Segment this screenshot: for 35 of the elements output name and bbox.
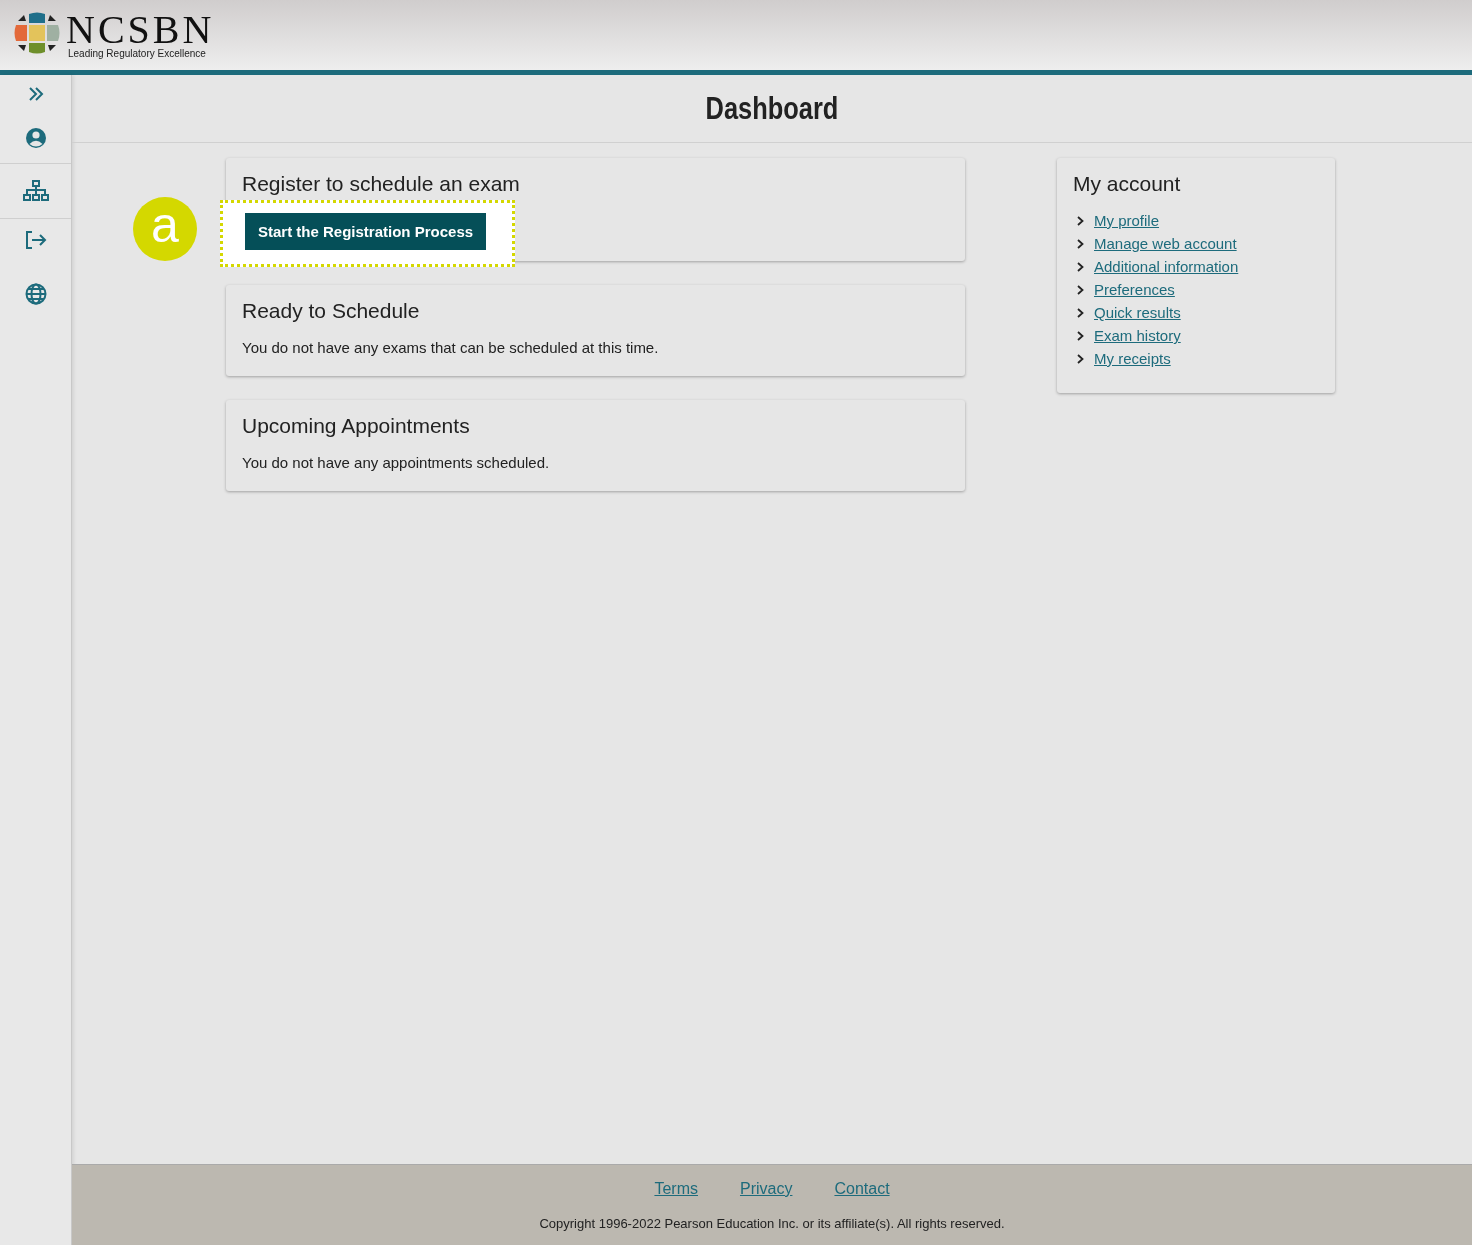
footer-link[interactable]: Privacy	[740, 1179, 793, 1198]
account-link[interactable]: Quick results	[1094, 304, 1181, 321]
account-link[interactable]: Exam history	[1094, 327, 1181, 344]
start-registration-button[interactable]: Start the Registration Process	[245, 213, 487, 250]
page-title: Dashboard	[705, 90, 839, 127]
chevron-icon	[1077, 261, 1084, 272]
chevron-icon	[1077, 330, 1084, 341]
card-title: Register to schedule an exam	[242, 172, 521, 196]
card-title: Upcoming Appointments	[242, 414, 471, 438]
card-text: You do not have any appointments scheduled.	[242, 454, 551, 471]
account-link[interactable]: Preferences	[1094, 281, 1175, 298]
chevron-icon	[1077, 238, 1084, 249]
account-link[interactable]: Additional information	[1094, 258, 1239, 275]
chevron-icon	[1077, 215, 1084, 226]
copyright-text: Copyright 1996-2022 Pearson Education Inc. or its affiliate(s). All rights reserved.	[539, 1215, 1005, 1231]
footer-link[interactable]: Terms	[654, 1179, 698, 1198]
logo-icon	[14, 11, 60, 56]
user-icon[interactable]	[24, 127, 47, 149]
footer-link[interactable]: Contact	[834, 1179, 890, 1198]
callout-marker: a	[133, 197, 197, 261]
chevron-icon	[1077, 284, 1084, 295]
account-link[interactable]: My receipts	[1094, 350, 1171, 367]
expand-icon[interactable]	[27, 87, 44, 101]
sitemap-icon[interactable]	[22, 180, 49, 202]
chevron-icon	[1077, 307, 1084, 318]
logo-tagline: Leading Regulatory Excellence	[68, 47, 207, 59]
account-link[interactable]: My profile	[1094, 212, 1160, 229]
logo-name: NCSBN	[66, 11, 215, 48]
chevron-icon	[1077, 353, 1084, 364]
card-title: My account	[1073, 172, 1182, 196]
card-title: Ready to Schedule	[242, 299, 421, 323]
logout-icon[interactable]	[24, 231, 47, 249]
card-text: You do not have any exams that can be scheduled at this time.	[242, 339, 660, 356]
account-link[interactable]: Manage web account	[1094, 235, 1237, 252]
globe-icon[interactable]	[24, 283, 47, 305]
